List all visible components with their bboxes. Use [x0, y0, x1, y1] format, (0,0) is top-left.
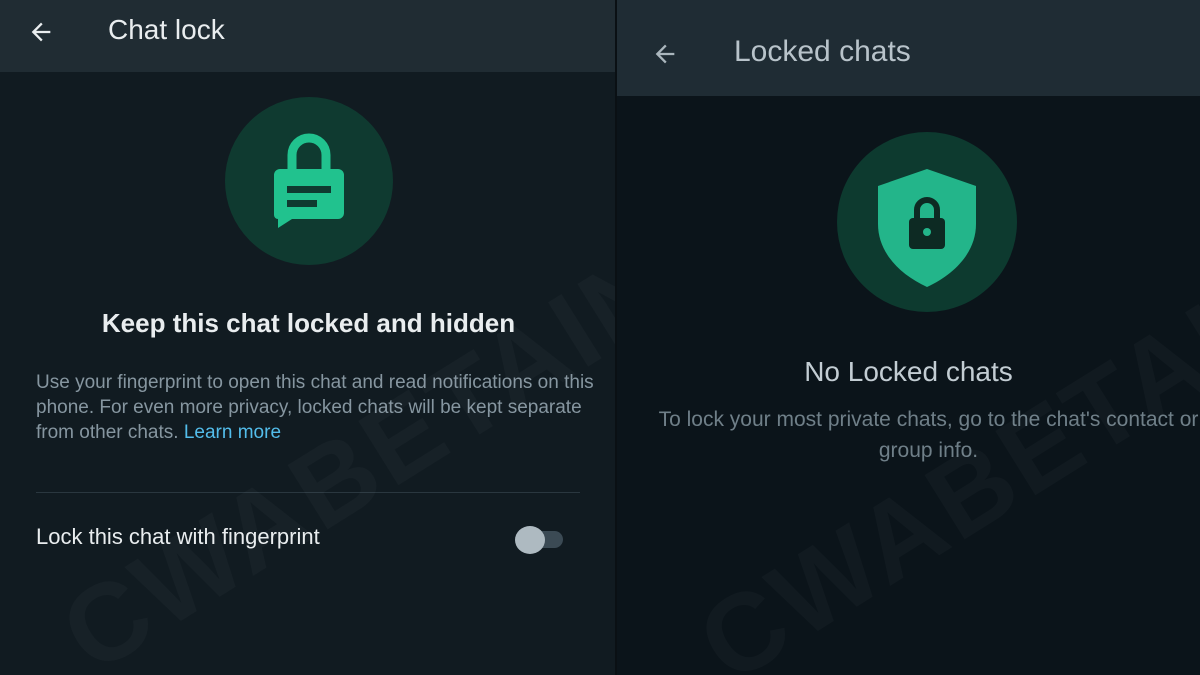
learn-more-link[interactable]: Learn more — [184, 422, 281, 443]
app-bar: Chat lock — [0, 0, 617, 72]
hero-icon-circle — [837, 132, 1017, 312]
page-title: Locked chats — [734, 35, 911, 68]
shield-lock-icon — [878, 169, 976, 287]
chat-lock-screen: Chat lock Keep this chat locked and hidd… — [0, 0, 617, 675]
back-arrow-icon[interactable] — [651, 40, 679, 68]
app-bar: Locked chats — [617, 0, 1200, 96]
back-arrow-icon[interactable] — [27, 18, 55, 46]
toggle-thumb — [515, 526, 545, 554]
page-title: Chat lock — [108, 14, 225, 45]
hero-icon-circle — [225, 97, 393, 265]
lock-chat-icon — [274, 133, 344, 228]
locked-chats-screen: Locked chats No Locked chats To lock you… — [617, 0, 1200, 675]
fingerprint-lock-toggle[interactable] — [515, 525, 565, 555]
